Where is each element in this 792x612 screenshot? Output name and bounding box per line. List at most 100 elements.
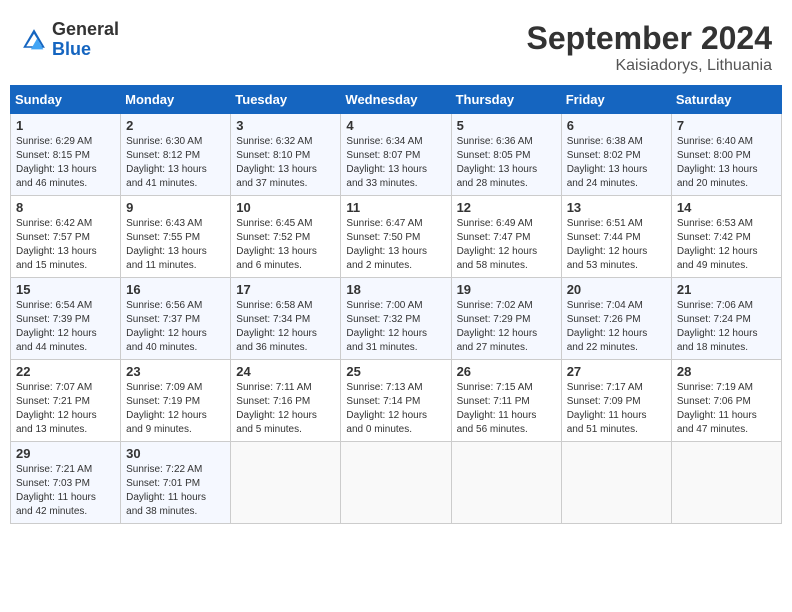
day-number: 26 — [457, 364, 556, 379]
calendar-day-cell: 24 Sunrise: 7:11 AM Sunset: 7:16 PM Dayl… — [231, 360, 341, 442]
sunset-text: Sunset: 7:09 PM — [567, 396, 641, 407]
sunset-text: Sunset: 7:21 PM — [16, 396, 90, 407]
sunset-text: Sunset: 7:50 PM — [346, 232, 420, 243]
calendar-day-cell: 8 Sunrise: 6:42 AM Sunset: 7:57 PM Dayli… — [11, 196, 121, 278]
calendar-day-cell: 13 Sunrise: 6:51 AM Sunset: 7:44 PM Dayl… — [561, 196, 671, 278]
sunrise-text: Sunrise: 6:43 AM — [126, 218, 202, 229]
sunset-text: Sunset: 7:11 PM — [457, 396, 530, 407]
daylight-text: Daylight: 13 hours and 37 minutes. — [236, 164, 317, 189]
calendar-day-cell: 25 Sunrise: 7:13 AM Sunset: 7:14 PM Dayl… — [341, 360, 451, 442]
day-info: Sunrise: 6:58 AM Sunset: 7:34 PM Dayligh… — [236, 299, 335, 355]
day-info: Sunrise: 7:00 AM Sunset: 7:32 PM Dayligh… — [346, 299, 445, 355]
daylight-text: Daylight: 13 hours and 11 minutes. — [126, 246, 207, 271]
calendar-day-cell: 15 Sunrise: 6:54 AM Sunset: 7:39 PM Dayl… — [11, 278, 121, 360]
calendar-day-cell: 20 Sunrise: 7:04 AM Sunset: 7:26 PM Dayl… — [561, 278, 671, 360]
day-number: 5 — [457, 118, 556, 133]
daylight-text: Daylight: 12 hours and 44 minutes. — [16, 328, 97, 353]
daylight-text: Daylight: 12 hours and 18 minutes. — [677, 328, 758, 353]
sunset-text: Sunset: 7:52 PM — [236, 232, 310, 243]
calendar-day-cell: 1 Sunrise: 6:29 AM Sunset: 8:15 PM Dayli… — [11, 114, 121, 196]
day-info: Sunrise: 6:54 AM Sunset: 7:39 PM Dayligh… — [16, 299, 115, 355]
daylight-text: Daylight: 11 hours and 51 minutes. — [567, 410, 647, 435]
day-info: Sunrise: 7:22 AM Sunset: 7:01 PM Dayligh… — [126, 463, 225, 519]
calendar-day-cell: 3 Sunrise: 6:32 AM Sunset: 8:10 PM Dayli… — [231, 114, 341, 196]
daylight-text: Daylight: 13 hours and 15 minutes. — [16, 246, 97, 271]
calendar-week-row: 8 Sunrise: 6:42 AM Sunset: 7:57 PM Dayli… — [11, 196, 782, 278]
calendar-day-cell: 26 Sunrise: 7:15 AM Sunset: 7:11 PM Dayl… — [451, 360, 561, 442]
day-info: Sunrise: 7:13 AM Sunset: 7:14 PM Dayligh… — [346, 381, 445, 437]
day-number: 13 — [567, 200, 666, 215]
sunrise-text: Sunrise: 7:07 AM — [16, 382, 92, 393]
calendar-day-cell: 16 Sunrise: 6:56 AM Sunset: 7:37 PM Dayl… — [121, 278, 231, 360]
daylight-text: Daylight: 12 hours and 0 minutes. — [346, 410, 427, 435]
page-header: General Blue September 2024 Kaisiadorys,… — [10, 10, 782, 80]
daylight-text: Daylight: 12 hours and 27 minutes. — [457, 328, 538, 353]
day-number: 22 — [16, 364, 115, 379]
sunrise-text: Sunrise: 6:32 AM — [236, 136, 312, 147]
sunset-text: Sunset: 8:02 PM — [567, 150, 641, 161]
sunrise-text: Sunrise: 6:54 AM — [16, 300, 92, 311]
sunrise-text: Sunrise: 6:29 AM — [16, 136, 92, 147]
day-number: 27 — [567, 364, 666, 379]
calendar-day-cell: 6 Sunrise: 6:38 AM Sunset: 8:02 PM Dayli… — [561, 114, 671, 196]
daylight-text: Daylight: 11 hours and 56 minutes. — [457, 410, 537, 435]
sunrise-text: Sunrise: 6:47 AM — [346, 218, 422, 229]
sunset-text: Sunset: 7:39 PM — [16, 314, 90, 325]
day-info: Sunrise: 7:07 AM Sunset: 7:21 PM Dayligh… — [16, 381, 115, 437]
calendar-day-cell: 4 Sunrise: 6:34 AM Sunset: 8:07 PM Dayli… — [341, 114, 451, 196]
sunset-text: Sunset: 7:37 PM — [126, 314, 200, 325]
day-info: Sunrise: 7:11 AM Sunset: 7:16 PM Dayligh… — [236, 381, 335, 437]
day-number: 14 — [677, 200, 776, 215]
logo-icon — [20, 26, 48, 54]
day-number: 19 — [457, 282, 556, 297]
day-info: Sunrise: 6:38 AM Sunset: 8:02 PM Dayligh… — [567, 135, 666, 191]
day-number: 15 — [16, 282, 115, 297]
day-number: 4 — [346, 118, 445, 133]
day-number: 1 — [16, 118, 115, 133]
calendar-day-cell: 5 Sunrise: 6:36 AM Sunset: 8:05 PM Dayli… — [451, 114, 561, 196]
col-thursday: Thursday — [451, 86, 561, 114]
title-block: September 2024 Kaisiadorys, Lithuania — [527, 20, 772, 75]
calendar-day-cell: 14 Sunrise: 6:53 AM Sunset: 7:42 PM Dayl… — [671, 196, 781, 278]
sunrise-text: Sunrise: 7:02 AM — [457, 300, 533, 311]
sunrise-text: Sunrise: 7:09 AM — [126, 382, 202, 393]
col-tuesday: Tuesday — [231, 86, 341, 114]
calendar-day-cell: 19 Sunrise: 7:02 AM Sunset: 7:29 PM Dayl… — [451, 278, 561, 360]
calendar-day-cell: 30 Sunrise: 7:22 AM Sunset: 7:01 PM Dayl… — [121, 442, 231, 524]
day-info: Sunrise: 6:43 AM Sunset: 7:55 PM Dayligh… — [126, 217, 225, 273]
sunrise-text: Sunrise: 7:15 AM — [457, 382, 533, 393]
logo-text: General Blue — [52, 20, 119, 60]
day-info: Sunrise: 6:42 AM Sunset: 7:57 PM Dayligh… — [16, 217, 115, 273]
day-number: 29 — [16, 446, 115, 461]
day-number: 24 — [236, 364, 335, 379]
sunset-text: Sunset: 7:57 PM — [16, 232, 90, 243]
month-title: September 2024 — [527, 20, 772, 57]
sunset-text: Sunset: 7:42 PM — [677, 232, 751, 243]
col-sunday: Sunday — [11, 86, 121, 114]
day-info: Sunrise: 7:04 AM Sunset: 7:26 PM Dayligh… — [567, 299, 666, 355]
calendar-day-cell: 7 Sunrise: 6:40 AM Sunset: 8:00 PM Dayli… — [671, 114, 781, 196]
day-info: Sunrise: 6:29 AM Sunset: 8:15 PM Dayligh… — [16, 135, 115, 191]
day-info: Sunrise: 7:17 AM Sunset: 7:09 PM Dayligh… — [567, 381, 666, 437]
sunrise-text: Sunrise: 6:49 AM — [457, 218, 533, 229]
sunset-text: Sunset: 7:29 PM — [457, 314, 531, 325]
day-info: Sunrise: 7:19 AM Sunset: 7:06 PM Dayligh… — [677, 381, 776, 437]
day-info: Sunrise: 7:09 AM Sunset: 7:19 PM Dayligh… — [126, 381, 225, 437]
col-friday: Friday — [561, 86, 671, 114]
day-info: Sunrise: 6:40 AM Sunset: 8:00 PM Dayligh… — [677, 135, 776, 191]
sunset-text: Sunset: 8:05 PM — [457, 150, 531, 161]
daylight-text: Daylight: 12 hours and 5 minutes. — [236, 410, 317, 435]
calendar-day-cell: 23 Sunrise: 7:09 AM Sunset: 7:19 PM Dayl… — [121, 360, 231, 442]
sunrise-text: Sunrise: 6:38 AM — [567, 136, 643, 147]
calendar-week-row: 29 Sunrise: 7:21 AM Sunset: 7:03 PM Dayl… — [11, 442, 782, 524]
col-saturday: Saturday — [671, 86, 781, 114]
sunrise-text: Sunrise: 7:13 AM — [346, 382, 422, 393]
day-number: 23 — [126, 364, 225, 379]
sunrise-text: Sunrise: 7:17 AM — [567, 382, 643, 393]
sunrise-text: Sunrise: 6:30 AM — [126, 136, 202, 147]
daylight-text: Daylight: 12 hours and 22 minutes. — [567, 328, 648, 353]
calendar-day-cell: 29 Sunrise: 7:21 AM Sunset: 7:03 PM Dayl… — [11, 442, 121, 524]
sunrise-text: Sunrise: 6:42 AM — [16, 218, 92, 229]
calendar-day-cell: 2 Sunrise: 6:30 AM Sunset: 8:12 PM Dayli… — [121, 114, 231, 196]
day-number: 21 — [677, 282, 776, 297]
